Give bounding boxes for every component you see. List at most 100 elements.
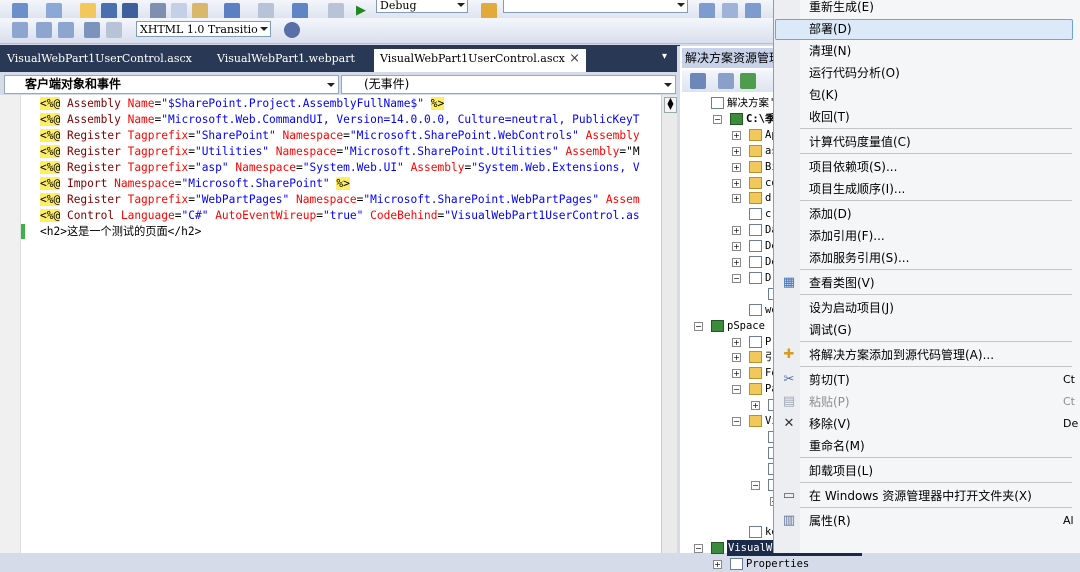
undo-icon[interactable] bbox=[224, 3, 240, 19]
expand-icon[interactable]: + bbox=[732, 258, 741, 267]
events-combo[interactable]: (无事件) bbox=[341, 75, 676, 94]
find-in-files-icon[interactable] bbox=[481, 3, 497, 19]
menu-item[interactable]: 剪切(T) bbox=[809, 372, 850, 388]
tab-usercontrol-ascx-active[interactable]: VisualWebPart1UserControl.ascx × bbox=[374, 49, 586, 72]
code-line[interactable]: <%@ Assembly Name="$SharePoint.Project.A… bbox=[40, 96, 445, 112]
expand-icon[interactable]: + bbox=[751, 401, 760, 411]
menu-item[interactable]: 项目依赖项(S)... bbox=[809, 159, 897, 175]
indent-icon[interactable] bbox=[36, 22, 52, 38]
menu-item[interactable]: 部署(D) bbox=[809, 21, 852, 37]
menu-item[interactable]: 重命名(M) bbox=[809, 438, 865, 454]
find-dropdown[interactable] bbox=[503, 0, 688, 13]
menu-item[interactable]: 清理(N) bbox=[809, 43, 851, 59]
menu-item[interactable]: 添加(D) bbox=[809, 206, 852, 222]
add-item-icon[interactable] bbox=[46, 3, 62, 19]
menu-item[interactable]: 包(K) bbox=[809, 87, 838, 103]
save-all-icon[interactable] bbox=[122, 3, 138, 19]
code-token: = bbox=[296, 161, 303, 174]
comment-icon[interactable] bbox=[84, 22, 100, 38]
menu-item[interactable]: 添加引用(F)... bbox=[809, 228, 885, 244]
validation-icon[interactable] bbox=[284, 22, 300, 38]
expand-icon[interactable]: + bbox=[732, 242, 741, 252]
expand-icon[interactable]: + bbox=[732, 194, 741, 204]
expand-icon[interactable]: + bbox=[732, 162, 741, 172]
code-line[interactable]: <%@ Register Tagprefix="asp" Namespace="… bbox=[40, 160, 640, 176]
client-objects-combo[interactable]: 客户端对象和事件 bbox=[4, 75, 339, 94]
tab-usercontrol-ascx-1[interactable]: VisualWebPart1UserControl.ascx bbox=[7, 52, 192, 65]
chevron-down-icon bbox=[677, 3, 685, 7]
format-icon[interactable] bbox=[58, 22, 74, 38]
menu-item[interactable]: 属性(R) bbox=[809, 513, 851, 529]
expand-icon[interactable]: + bbox=[732, 369, 741, 379]
tab-webpart[interactable]: VisualWebPart1.webpart bbox=[217, 52, 355, 65]
code-line[interactable]: <%@ Assembly Name="Microsoft.Web.Command… bbox=[40, 112, 640, 128]
menu-item[interactable]: 卸载项目(L) bbox=[809, 463, 873, 479]
menu-item[interactable]: 添加服务引用(S)... bbox=[809, 250, 909, 266]
new-project-icon[interactable] bbox=[12, 3, 28, 19]
menu-item[interactable]: 设为启动项目(J) bbox=[809, 300, 894, 316]
cut-icon[interactable] bbox=[150, 3, 166, 19]
open-folder-icon[interactable] bbox=[80, 3, 96, 19]
code-token: "Utilities" bbox=[194, 145, 270, 158]
doctype-dropdown[interactable]: XHTML 1.0 Transitio bbox=[136, 21, 271, 37]
expand-icon[interactable]: + bbox=[732, 178, 741, 188]
splitter-icon[interactable]: ▲ ▼ bbox=[664, 97, 677, 113]
menu-item[interactable]: 项目生成顺序(I)... bbox=[809, 181, 905, 197]
redo-icon[interactable] bbox=[258, 3, 274, 19]
editor-vertical-scrollbar[interactable]: ▲ ▼ bbox=[661, 95, 678, 553]
menu-item[interactable]: 计算代码度量值(C) bbox=[809, 134, 911, 150]
menu-item[interactable]: 重新生成(E) bbox=[809, 0, 874, 15]
menu-item[interactable]: 调试(G) bbox=[809, 322, 852, 338]
expand-icon[interactable]: + bbox=[732, 337, 741, 347]
menu-item[interactable]: 在 Windows 资源管理器中打开文件夹(X) bbox=[809, 488, 1032, 504]
collapse-icon[interactable]: − bbox=[732, 417, 741, 426]
collapse-icon[interactable]: − bbox=[694, 544, 703, 554]
collapse-icon[interactable]: − bbox=[732, 385, 741, 395]
code-line[interactable]: <%@ Register Tagprefix="SharePoint" Name… bbox=[40, 128, 640, 144]
collapse-icon[interactable]: − bbox=[732, 273, 741, 283]
menu-item[interactable]: 查看类图(V) bbox=[809, 275, 875, 291]
folder-icon bbox=[749, 383, 762, 396]
show-all-files-icon[interactable] bbox=[718, 73, 734, 89]
properties-icon: ▥ bbox=[782, 513, 796, 528]
code-line[interactable]: <h2>这是一个测试的页面</h2> bbox=[40, 224, 201, 240]
tree-item[interactable]: pSpace bbox=[727, 318, 765, 334]
menu-item[interactable]: 将解决方案添加到源代码管理(A)... bbox=[809, 347, 994, 363]
outdent-icon[interactable] bbox=[12, 22, 28, 38]
toolbox-icon[interactable] bbox=[745, 3, 761, 19]
expand-icon[interactable]: + bbox=[732, 353, 741, 363]
collapse-icon[interactable]: − bbox=[751, 480, 760, 490]
tab-overflow-icon[interactable]: ▾ bbox=[662, 51, 667, 62]
properties-window-icon[interactable] bbox=[722, 3, 738, 19]
menu-item[interactable]: 移除(V) bbox=[809, 416, 851, 432]
code-line[interactable]: <%@ Register Tagprefix="WebPartPages" Na… bbox=[40, 192, 640, 208]
code-line[interactable]: <%@ Register Tagprefix="Utilities" Names… bbox=[40, 144, 640, 160]
expand-icon[interactable]: + bbox=[732, 226, 741, 236]
expand-icon[interactable]: + bbox=[732, 130, 741, 140]
navigate-forward-icon[interactable] bbox=[328, 3, 344, 19]
navigate-backward-icon[interactable] bbox=[292, 3, 308, 19]
properties-icon[interactable] bbox=[690, 73, 706, 89]
copy-icon[interactable] bbox=[171, 3, 187, 19]
refresh-icon[interactable] bbox=[740, 73, 756, 89]
cut-icon: ✂ bbox=[783, 372, 795, 387]
menu-item[interactable]: 收回(T) bbox=[809, 109, 850, 125]
menu-item[interactable]: 粘贴(P) bbox=[809, 394, 850, 410]
expand-icon[interactable]: + bbox=[713, 560, 722, 570]
collapse-icon[interactable]: − bbox=[694, 321, 703, 331]
close-icon[interactable]: × bbox=[569, 51, 580, 66]
collapse-icon[interactable]: − bbox=[713, 114, 722, 124]
expand-icon[interactable]: + bbox=[732, 146, 741, 156]
start-debug-icon[interactable]: ▶ bbox=[356, 3, 372, 19]
solution-explorer-icon[interactable] bbox=[699, 3, 715, 19]
code-token: Language bbox=[120, 209, 175, 222]
tree-item[interactable]: Properties bbox=[746, 556, 809, 572]
uncomment-icon[interactable] bbox=[106, 22, 122, 38]
code-line[interactable]: <%@ Control Language = "C#" AutoEventWireu… bbox=[40, 208, 640, 224]
code-line[interactable]: <%@ Import Namespace="Microsoft.SharePoi… bbox=[40, 176, 350, 192]
save-icon[interactable] bbox=[101, 3, 117, 19]
code-token: "SharePoint" bbox=[194, 129, 276, 142]
paste-icon[interactable] bbox=[192, 3, 208, 19]
solution-config-dropdown[interactable]: Debug bbox=[376, 0, 468, 13]
menu-item[interactable]: 运行代码分析(O) bbox=[809, 65, 900, 81]
